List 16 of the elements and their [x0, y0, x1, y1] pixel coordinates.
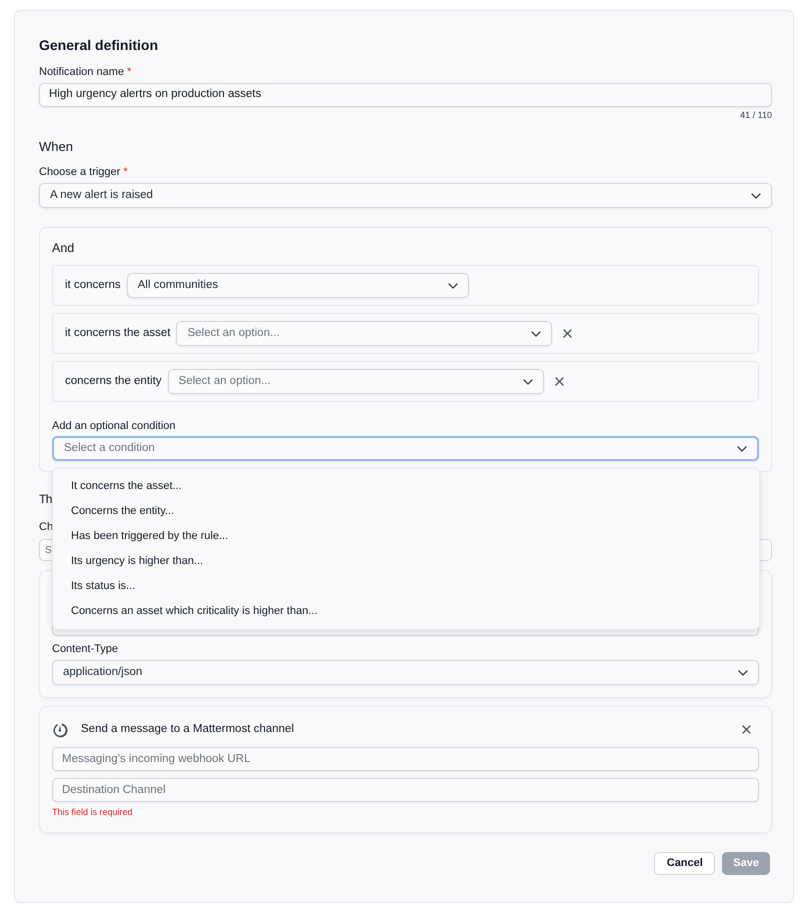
required-mark: * — [123, 165, 128, 179]
character-counter: 41 / 110 — [740, 110, 772, 120]
group-title: And — [52, 241, 76, 256]
section-title: When — [39, 139, 74, 154]
field-label: Notification name — [39, 65, 124, 79]
condition-label: it concerns the asset — [65, 326, 170, 341]
field-label: Add an optional condition — [52, 419, 176, 433]
condition-label: it concerns — [65, 278, 121, 293]
error-message: This field is required — [52, 806, 134, 820]
field-label: Content-Type — [52, 642, 118, 656]
field-label: Choose a trigger — [39, 165, 120, 179]
required-mark: * — [127, 65, 132, 79]
action-title: Send a message to a Mattermost channel — [81, 722, 294, 737]
condition-label: concerns the entity — [65, 374, 162, 389]
section-title: Th — [39, 492, 53, 507]
section-title: General definition — [39, 37, 160, 53]
